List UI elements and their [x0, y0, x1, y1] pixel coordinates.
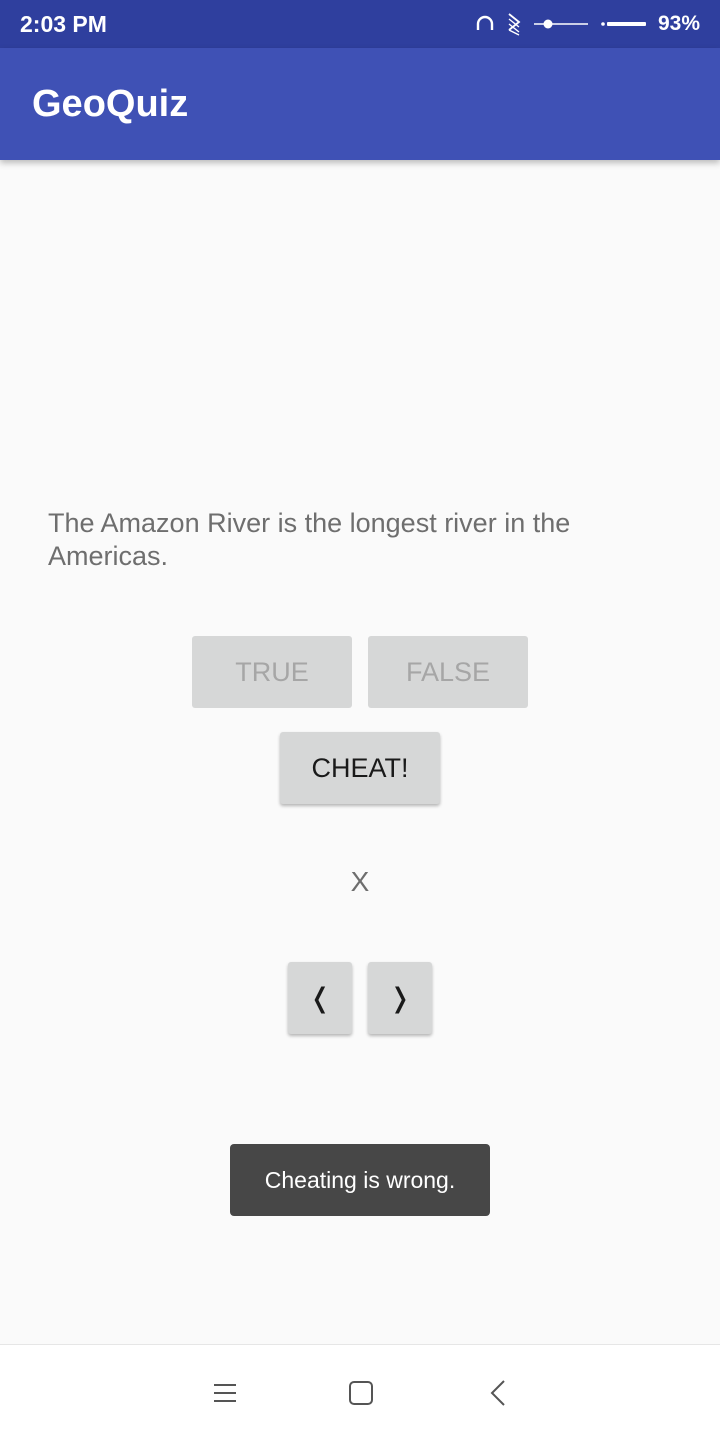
back-icon[interactable]	[479, 1373, 519, 1413]
battery-icon	[601, 22, 646, 26]
home-icon[interactable]	[341, 1373, 381, 1413]
question-text: The Amazon River is the longest river in…	[48, 508, 571, 571]
menu-icon[interactable]	[205, 1373, 245, 1413]
false-button[interactable]: FALSE	[368, 636, 528, 708]
app-bar: GeoQuiz	[0, 48, 720, 160]
navigation-bar	[0, 1344, 720, 1441]
status-bar: 2:03 PM 93%	[0, 0, 720, 48]
slider-icon	[533, 19, 588, 29]
answer-indicator: X	[350, 866, 370, 897]
toast-message: Cheating is wrong.	[230, 1144, 490, 1216]
prev-button[interactable]: ❬	[288, 962, 352, 1034]
cheat-button[interactable]: CHEAT!	[280, 732, 440, 804]
data-signal-icon	[508, 13, 521, 36]
status-icons: 93%	[474, 0, 700, 48]
app-title: GeoQuiz	[32, 83, 189, 125]
status-time: 2:03 PM	[20, 11, 107, 37]
battery-percent: 93%	[657, 12, 700, 35]
next-button[interactable]: ❭	[368, 962, 432, 1034]
true-button[interactable]: TRUE	[192, 636, 352, 708]
headphones-icon	[476, 15, 494, 30]
